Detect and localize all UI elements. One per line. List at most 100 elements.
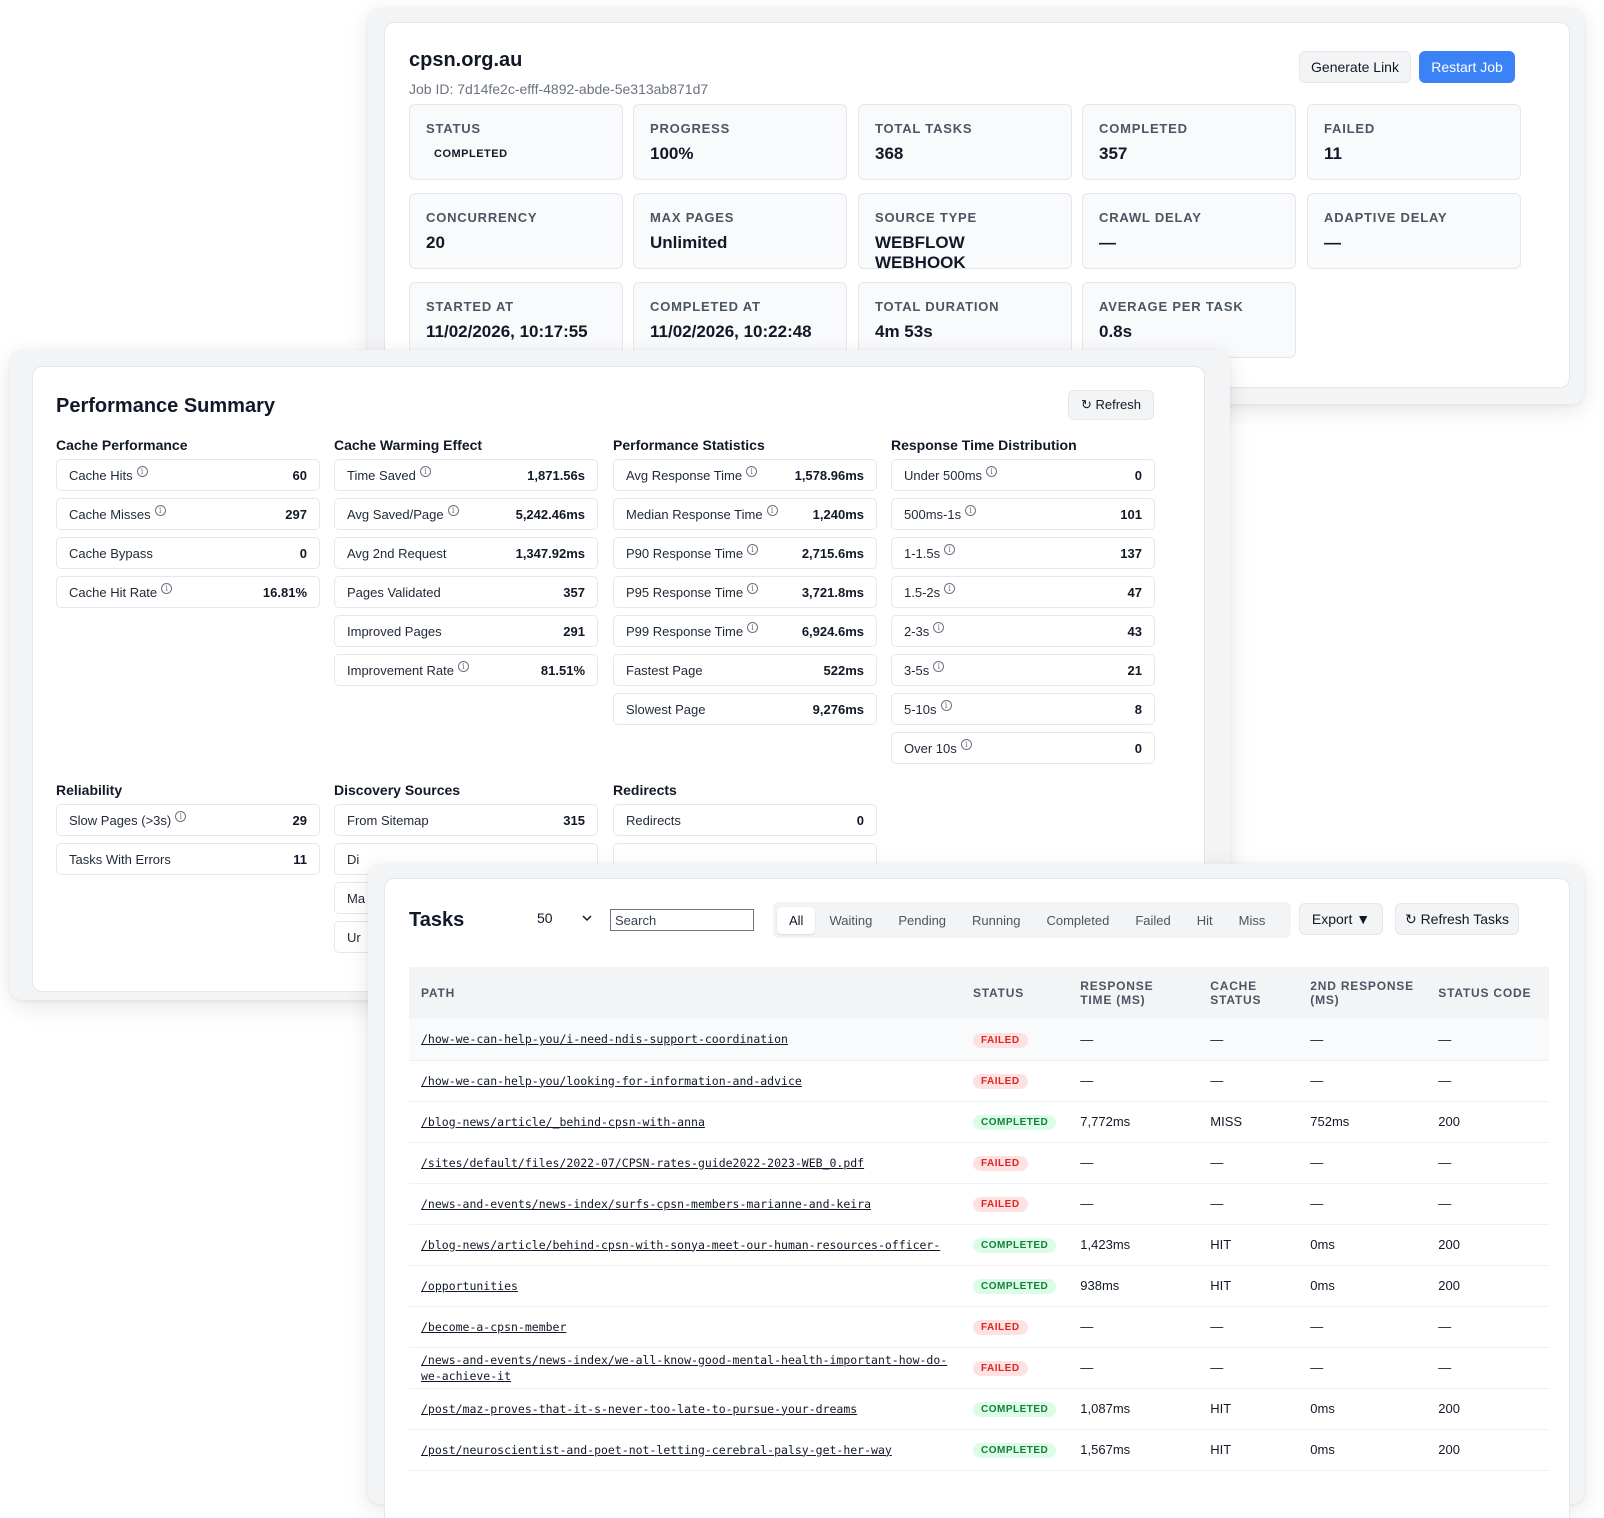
filter-completed[interactable]: Completed	[1034, 907, 1121, 934]
info-icon[interactable]: i	[747, 621, 759, 633]
task-path-link[interactable]: /how-we-can-help-you/looking-for-informa…	[421, 1074, 802, 1088]
metric-label: Improved Pages	[347, 623, 442, 639]
stat-label: Max Pages	[650, 210, 735, 225]
job-id: Job ID: 7d14fe2c-efff-4892-abde-5e313ab8…	[409, 81, 709, 97]
column-header-response-time[interactable]: Response Time (ms)	[1068, 967, 1199, 1019]
info-icon[interactable]: i	[766, 504, 778, 516]
info-icon[interactable]: i	[940, 699, 952, 711]
task-status-code: —	[1426, 1306, 1549, 1348]
info-icon[interactable]: i	[944, 582, 956, 594]
task-cache-status: —	[1198, 1347, 1299, 1389]
task-path-link[interactable]: /post/maz-proves-that-it-s-never-too-lat…	[421, 1402, 857, 1416]
job-details-card: cpsn.org.au Job ID: 7d14fe2c-efff-4892-a…	[384, 22, 1570, 388]
info-icon[interactable]: i	[747, 582, 759, 594]
task-response-time: 1,423ms	[1068, 1224, 1199, 1266]
metric-row: P95 Response Time i 3,721.8ms	[613, 576, 877, 608]
task-path-link[interactable]: /news-and-events/news-index/surfs-cpsn-m…	[421, 1197, 871, 1211]
filter-all[interactable]: All	[777, 906, 816, 934]
metric-value: 9,276ms	[812, 701, 864, 717]
column-header-cache-status[interactable]: Cache Status	[1198, 967, 1299, 1019]
info-icon[interactable]: i	[960, 738, 972, 750]
metric-row: 3-5s i 21	[891, 654, 1155, 686]
metric-label: Over 10s	[904, 740, 957, 756]
metric-value: 5,242.46ms	[515, 506, 585, 522]
filter-pending[interactable]: Pending	[886, 907, 958, 934]
column-header-status[interactable]: Status	[961, 967, 1069, 1019]
info-icon[interactable]: i	[944, 543, 956, 555]
refresh-button[interactable]: ↻ Refresh	[1068, 390, 1154, 420]
filter-running[interactable]: Running	[960, 907, 1032, 934]
metric-value: 1,871.56s	[527, 467, 585, 483]
metric-row: 2-3s i 43	[891, 615, 1155, 647]
info-icon[interactable]: i	[175, 810, 187, 822]
metric-value: 2,715.6ms	[801, 545, 864, 561]
info-icon[interactable]: i	[419, 465, 431, 477]
task-second-response: —	[1298, 1142, 1427, 1184]
table-row: /how-we-can-help-you/i-need-ndis-support…	[409, 1019, 1549, 1061]
info-icon[interactable]: i	[136, 465, 148, 477]
task-path-link[interactable]: /news-and-events/news-index/we-all-know-…	[421, 1353, 947, 1383]
info-icon[interactable]: i	[154, 504, 166, 516]
info-icon[interactable]: i	[161, 582, 173, 594]
task-cache-status: —	[1198, 1306, 1299, 1348]
metric-label: From Sitemap	[347, 812, 429, 828]
restart-job-button[interactable]: Restart Job	[1419, 51, 1515, 83]
job-details-panel: cpsn.org.au Job ID: 7d14fe2c-efff-4892-a…	[368, 8, 1584, 404]
stat-value: 11/02/2026, 10:17:55	[426, 322, 588, 341]
task-path-link[interactable]: /blog-news/article/behind-cpsn-with-sony…	[421, 1238, 940, 1252]
info-icon[interactable]: i	[933, 621, 945, 633]
task-response-time: 1,567ms	[1068, 1429, 1199, 1471]
task-path-link[interactable]: /how-we-can-help-you/i-need-ndis-support…	[421, 1032, 788, 1046]
generate-link-button[interactable]: Generate Link	[1299, 51, 1411, 83]
stat-started-at: Started At 11/02/2026, 10:17:55	[409, 282, 623, 358]
task-path-link[interactable]: /blog-news/article/_behind-cpsn-with-ann…	[421, 1115, 705, 1129]
metric-row: Slowest Page 9,276ms	[613, 693, 877, 725]
stat-label: Average Per Task	[1099, 299, 1244, 314]
task-path-cell: /how-we-can-help-you/i-need-ndis-support…	[409, 1019, 961, 1061]
search-input[interactable]	[610, 909, 754, 931]
stat-value: 368	[875, 144, 904, 163]
task-second-response: 0ms	[1298, 1265, 1427, 1307]
filter-hit[interactable]: Hit	[1185, 907, 1225, 934]
info-icon[interactable]: i	[747, 543, 759, 555]
task-status-cell: COMPLETED	[961, 1101, 1069, 1143]
export-button[interactable]: Export ▼	[1299, 903, 1383, 935]
column-header-second-response[interactable]: 2nd Response (ms)	[1298, 967, 1427, 1019]
task-path-cell: /sites/default/files/2022-07/CPSN-rates-…	[409, 1142, 961, 1184]
task-cache-status: HIT	[1198, 1224, 1299, 1266]
metric-value: 43	[1127, 623, 1142, 639]
task-status-cell: FAILED	[961, 1019, 1069, 1061]
task-second-response: 752ms	[1298, 1101, 1427, 1143]
task-path-link[interactable]: /sites/default/files/2022-07/CPSN-rates-…	[421, 1156, 864, 1170]
column-header-path[interactable]: Path	[409, 967, 961, 1019]
stat-label: Failed	[1324, 121, 1376, 136]
tasks-panel: Tasks 50 All Waiting Pending Running Com…	[368, 864, 1584, 1518]
task-path-link[interactable]: /post/neuroscientist-and-poet-not-lettin…	[421, 1443, 892, 1457]
info-icon[interactable]: i	[986, 465, 998, 477]
stat-concurrency: Concurrency 20	[409, 193, 623, 269]
filter-miss[interactable]: Miss	[1227, 907, 1278, 934]
info-icon[interactable]: i	[457, 660, 469, 672]
page-size-select[interactable]: 50	[535, 903, 595, 933]
info-icon[interactable]: i	[933, 660, 945, 672]
task-second-response: 0ms	[1298, 1388, 1427, 1430]
status-badge: COMPLETED	[973, 1402, 1057, 1417]
stat-crawl-delay: Crawl Delay —	[1082, 193, 1296, 269]
info-icon[interactable]: i	[965, 504, 977, 516]
task-status-code: —	[1426, 1060, 1549, 1102]
task-cache-status: —	[1198, 1142, 1299, 1184]
column-header-status-code[interactable]: Status Code	[1426, 967, 1549, 1019]
refresh-tasks-button[interactable]: ↻ Refresh Tasks	[1395, 903, 1519, 935]
info-icon[interactable]: i	[746, 465, 758, 477]
task-path-link[interactable]: /become-a-cpsn-member	[421, 1320, 566, 1334]
stat-average-per-task: Average Per Task 0.8s	[1082, 282, 1296, 358]
filter-waiting[interactable]: Waiting	[817, 907, 884, 934]
info-icon[interactable]: i	[447, 504, 459, 516]
stat-source-type: Source Type WEBFLOW WEBHOOK	[858, 193, 1072, 272]
filter-failed[interactable]: Failed	[1123, 907, 1182, 934]
task-status-cell: FAILED	[961, 1347, 1069, 1389]
metric-row: P99 Response Time i 6,924.6ms	[613, 615, 877, 647]
status-badge: COMPLETED	[973, 1115, 1057, 1130]
task-path-link[interactable]: /opportunities	[421, 1279, 518, 1293]
stat-label: Adaptive Delay	[1324, 210, 1448, 225]
